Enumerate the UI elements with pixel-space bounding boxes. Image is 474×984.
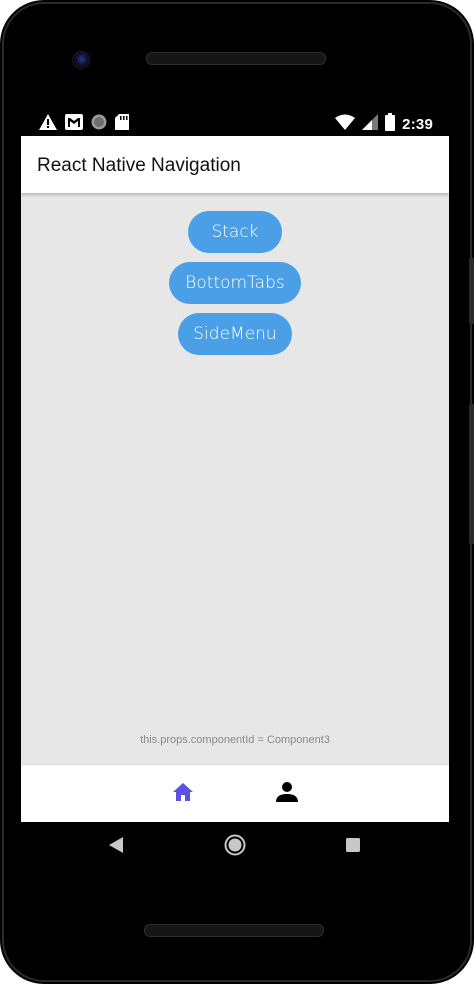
gmail-icon — [65, 114, 83, 135]
nav-home-button[interactable] — [210, 822, 260, 872]
component-id-label: this.props.componentId = Component3 — [140, 734, 330, 746]
earpiece-speaker — [146, 52, 326, 65]
battery-icon — [385, 113, 396, 136]
bottom-tabs-button[interactable]: BottomTabs — [169, 262, 301, 304]
page-title: React Native Navigation — [37, 155, 241, 176]
sd-card-icon — [115, 114, 129, 135]
power-button — [469, 258, 474, 324]
person-icon — [276, 781, 298, 808]
front-camera — [72, 51, 90, 69]
home-circle-icon — [224, 834, 246, 861]
nav-recents-button[interactable] — [328, 822, 378, 872]
volume-button — [469, 404, 474, 544]
recents-icon — [346, 837, 360, 857]
bottom-speaker — [144, 924, 324, 937]
back-icon — [109, 836, 123, 858]
circle-icon — [91, 114, 107, 135]
warning-icon — [39, 114, 57, 135]
signal-icon — [362, 114, 379, 135]
side-menu-button[interactable]: SideMenu — [178, 313, 292, 355]
top-bar: React Native Navigation — [21, 136, 449, 193]
home-icon — [172, 782, 194, 807]
tab-profile[interactable] — [257, 765, 317, 822]
status-bar: 2:39 — [21, 110, 449, 136]
stack-button[interactable]: Stack — [188, 211, 282, 253]
status-left-icons — [39, 114, 129, 135]
status-right-icons: 2:39 — [335, 113, 433, 136]
wifi-icon — [335, 114, 356, 135]
nav-back-button[interactable] — [91, 822, 141, 872]
tab-home[interactable] — [153, 765, 213, 822]
android-nav-bar — [21, 822, 449, 872]
phone-frame: 2:39 React Native Navigation Stack Botto… — [0, 0, 474, 984]
status-clock: 2:39 — [402, 116, 433, 133]
bottom-tab-bar — [21, 764, 449, 822]
app-screen: React Native Navigation Stack BottomTabs… — [21, 136, 449, 822]
